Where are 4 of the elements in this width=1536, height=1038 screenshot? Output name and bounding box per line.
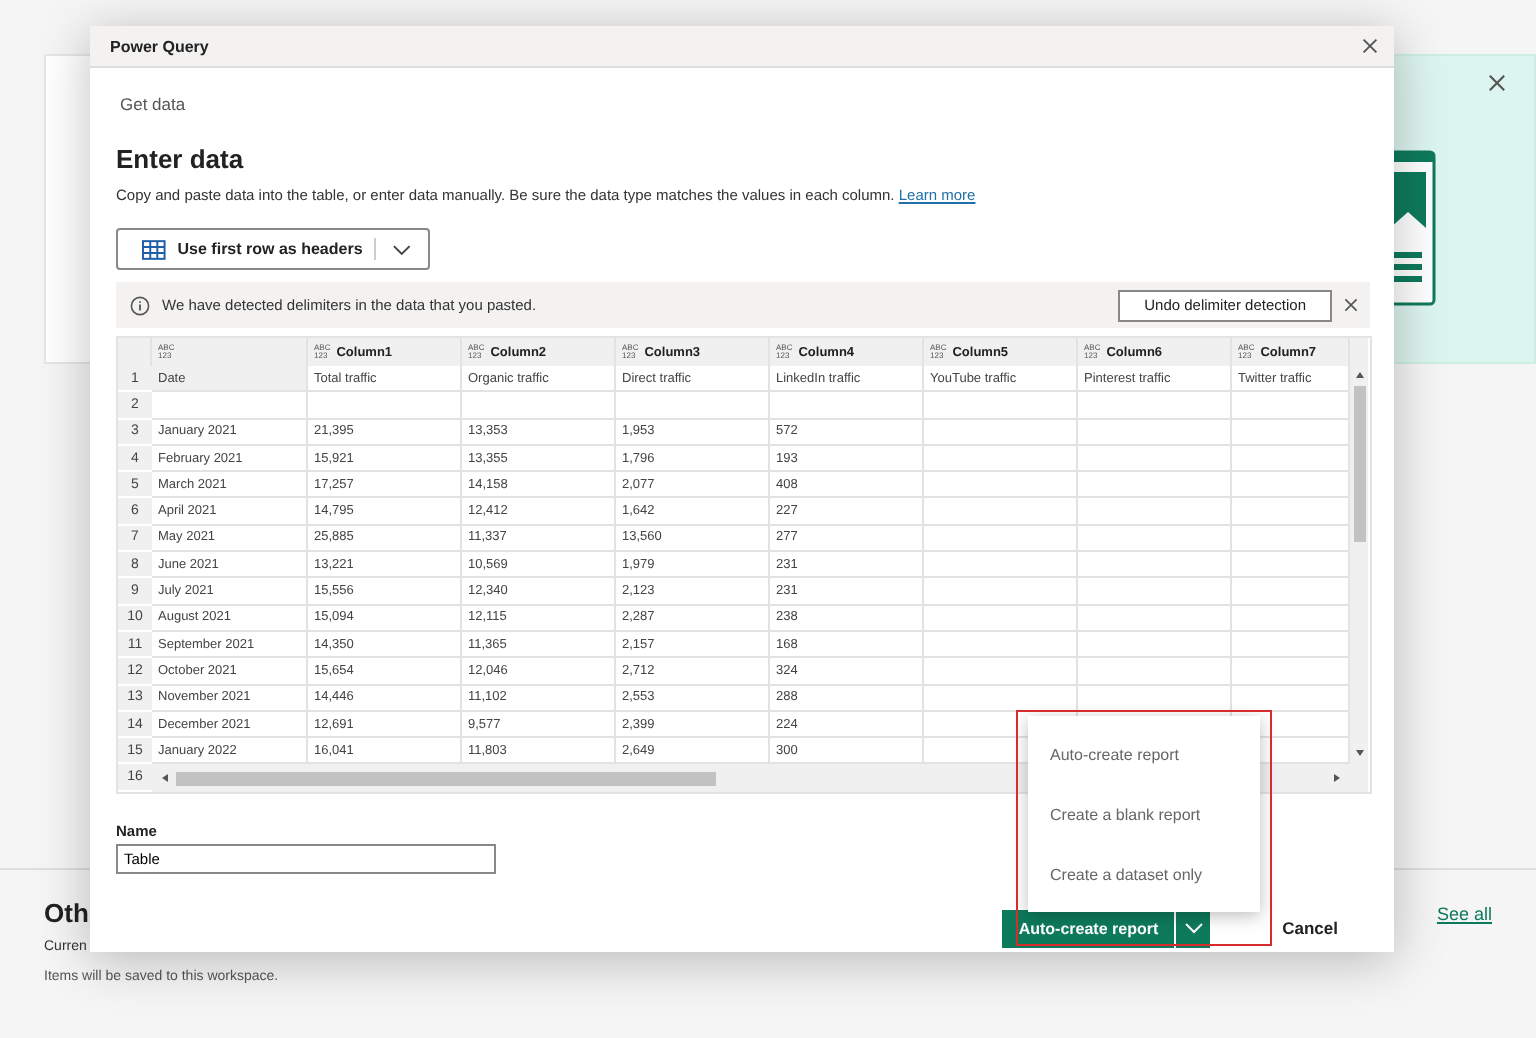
breadcrumb: Get data [120,94,188,114]
section-title: Oth [44,898,89,928]
dialog-heading: Enter data [116,144,246,174]
window-title: Power Query [110,37,209,55]
